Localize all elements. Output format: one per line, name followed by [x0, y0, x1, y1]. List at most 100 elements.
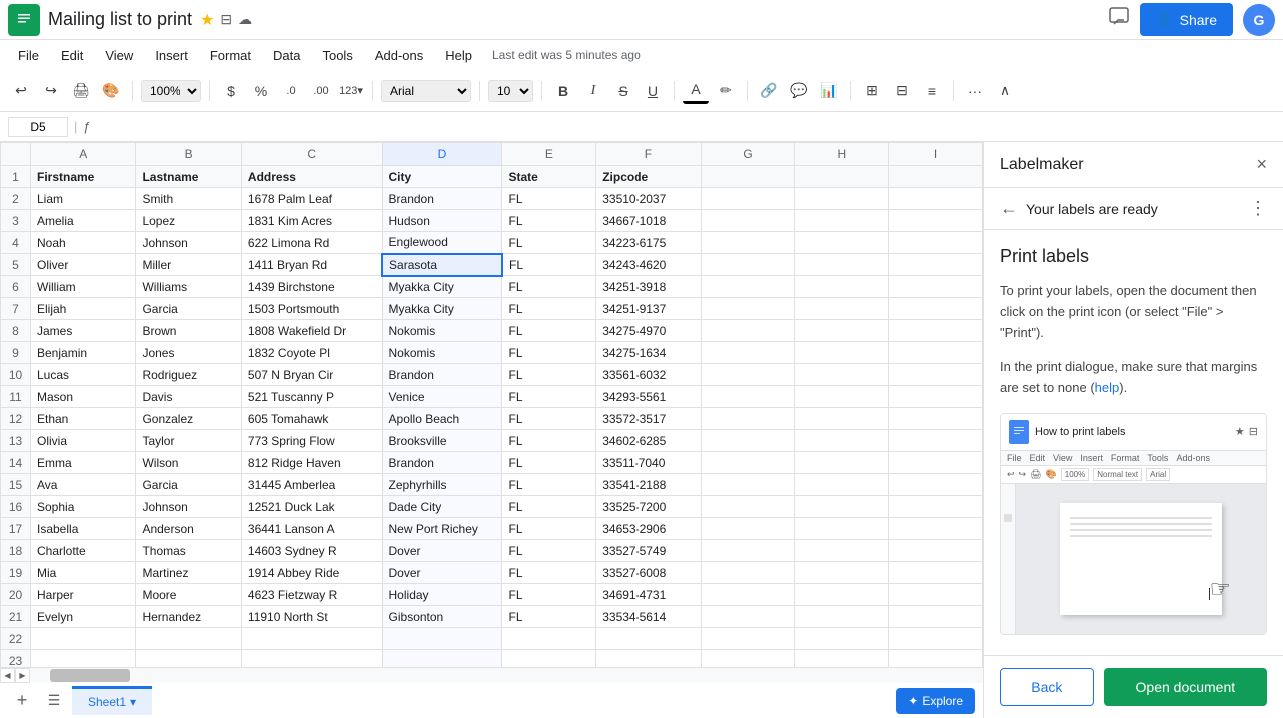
cell-C18[interactable]: 14603 Sydney R — [241, 540, 382, 562]
cell-I9[interactable] — [889, 342, 983, 364]
row-header-5[interactable]: 5 — [1, 254, 31, 276]
cell-D15[interactable]: Zephyrhills — [382, 474, 502, 496]
cell-G19[interactable] — [701, 562, 795, 584]
cell-F17[interactable]: 34653-2906 — [596, 518, 701, 540]
menu-insert[interactable]: Insert — [145, 44, 198, 67]
cell-B7[interactable]: Garcia — [136, 298, 241, 320]
cell-C22[interactable] — [241, 628, 382, 650]
more-formats-button[interactable]: 123▾ — [338, 78, 364, 104]
cell-E11[interactable]: FL — [502, 386, 596, 408]
horiz-scroll-track[interactable] — [30, 668, 983, 683]
print-button[interactable]: 🖨 — [68, 78, 94, 104]
cell-A18[interactable]: Charlotte — [31, 540, 136, 562]
cell-A5[interactable]: Oliver — [31, 254, 136, 276]
horiz-scroll-thumb[interactable] — [50, 669, 130, 682]
cell-A2[interactable]: Liam — [31, 188, 136, 210]
cell-G11[interactable] — [701, 386, 795, 408]
cell-E12[interactable]: FL — [502, 408, 596, 430]
merge-button[interactable]: ⊟ — [889, 78, 915, 104]
cell-D17[interactable]: New Port Richey — [382, 518, 502, 540]
menu-file[interactable]: File — [8, 44, 49, 67]
cell-B1[interactable]: Lastname — [136, 166, 241, 188]
cell-D5[interactable]: Sarasota — [382, 254, 502, 276]
cell-E6[interactable]: FL — [502, 276, 596, 298]
star-icon[interactable]: ★ — [200, 10, 214, 30]
preview-folder-icon[interactable]: ⊟ — [1249, 425, 1258, 438]
row-header-21[interactable]: 21 — [1, 606, 31, 628]
cell-A14[interactable]: Emma — [31, 452, 136, 474]
cell-D2[interactable]: Brandon — [382, 188, 502, 210]
col-header-c[interactable]: C — [241, 143, 382, 166]
col-header-b[interactable]: B — [136, 143, 241, 166]
cell-G13[interactable] — [701, 430, 795, 452]
cell-E3[interactable]: FL — [502, 210, 596, 232]
insert-link-button[interactable]: 🔗 — [756, 78, 782, 104]
cell-D18[interactable]: Dover — [382, 540, 502, 562]
cell-E15[interactable]: FL — [502, 474, 596, 496]
bold-button[interactable]: B — [550, 78, 576, 104]
row-header-8[interactable]: 8 — [1, 320, 31, 342]
col-header-e[interactable]: E — [502, 143, 596, 166]
cell-E17[interactable]: FL — [502, 518, 596, 540]
cell-G6[interactable] — [701, 276, 795, 298]
cell-E7[interactable]: FL — [502, 298, 596, 320]
cell-E22[interactable] — [502, 628, 596, 650]
cell-I18[interactable] — [889, 540, 983, 562]
cell-B2[interactable]: Smith — [136, 188, 241, 210]
cell-C7[interactable]: 1503 Portsmouth — [241, 298, 382, 320]
horizontal-scrollbar[interactable]: ◀ ▶ — [0, 667, 983, 682]
cell-G16[interactable] — [701, 496, 795, 518]
cell-C15[interactable]: 31445 Amberlea — [241, 474, 382, 496]
text-color-button[interactable]: A — [683, 78, 709, 104]
decimal-dec-button[interactable]: .0 — [278, 78, 304, 104]
cell-B5[interactable]: Miller — [136, 254, 241, 276]
cell-H22[interactable] — [795, 628, 889, 650]
sheet-list-button[interactable]: ☰ — [40, 687, 68, 715]
cell-A20[interactable]: Harper — [31, 584, 136, 606]
cloud-icon[interactable]: ☁ — [238, 11, 252, 28]
cell-G20[interactable] — [701, 584, 795, 606]
cell-F15[interactable]: 33541-2188 — [596, 474, 701, 496]
row-header-17[interactable]: 17 — [1, 518, 31, 540]
cell-D10[interactable]: Brandon — [382, 364, 502, 386]
cell-D11[interactable]: Venice — [382, 386, 502, 408]
currency-button[interactable]: $ — [218, 78, 244, 104]
cell-B9[interactable]: Jones — [136, 342, 241, 364]
cell-I22[interactable] — [889, 628, 983, 650]
strikethrough-button[interactable]: S — [610, 78, 636, 104]
cell-H13[interactable] — [795, 430, 889, 452]
cell-A16[interactable]: Sophia — [31, 496, 136, 518]
percent-button[interactable]: % — [248, 78, 274, 104]
cell-A21[interactable]: Evelyn — [31, 606, 136, 628]
nav-more-button[interactable]: ⋮ — [1249, 198, 1267, 219]
cell-F11[interactable]: 34293-5561 — [596, 386, 701, 408]
cell-C23[interactable] — [241, 650, 382, 668]
cell-I8[interactable] — [889, 320, 983, 342]
cell-F2[interactable]: 33510-2037 — [596, 188, 701, 210]
open-document-button[interactable]: Open document — [1104, 668, 1267, 706]
add-comment-button[interactable]: 💬 — [786, 78, 812, 104]
cell-H5[interactable] — [795, 254, 889, 276]
cell-F16[interactable]: 33525-7200 — [596, 496, 701, 518]
cell-I7[interactable] — [889, 298, 983, 320]
cell-B19[interactable]: Martinez — [136, 562, 241, 584]
cell-H12[interactable] — [795, 408, 889, 430]
cell-I13[interactable] — [889, 430, 983, 452]
cell-C21[interactable]: 11910 North St — [241, 606, 382, 628]
cell-C17[interactable]: 36441 Lanson A — [241, 518, 382, 540]
cell-G1[interactable] — [701, 166, 795, 188]
cell-D23[interactable] — [382, 650, 502, 668]
cell-C3[interactable]: 1831 Kim Acres — [241, 210, 382, 232]
cell-A9[interactable]: Benjamin — [31, 342, 136, 364]
cell-H17[interactable] — [795, 518, 889, 540]
cell-F8[interactable]: 34275-4970 — [596, 320, 701, 342]
cell-C20[interactable]: 4623 Fietzway R — [241, 584, 382, 606]
cell-F19[interactable]: 33527-6008 — [596, 562, 701, 584]
cell-C5[interactable]: 1411 Bryan Rd — [241, 254, 382, 276]
row-header-9[interactable]: 9 — [1, 342, 31, 364]
cell-I3[interactable] — [889, 210, 983, 232]
font-size-select[interactable]: 10 — [488, 80, 533, 102]
cell-G3[interactable] — [701, 210, 795, 232]
cell-H10[interactable] — [795, 364, 889, 386]
cell-I1[interactable] — [889, 166, 983, 188]
